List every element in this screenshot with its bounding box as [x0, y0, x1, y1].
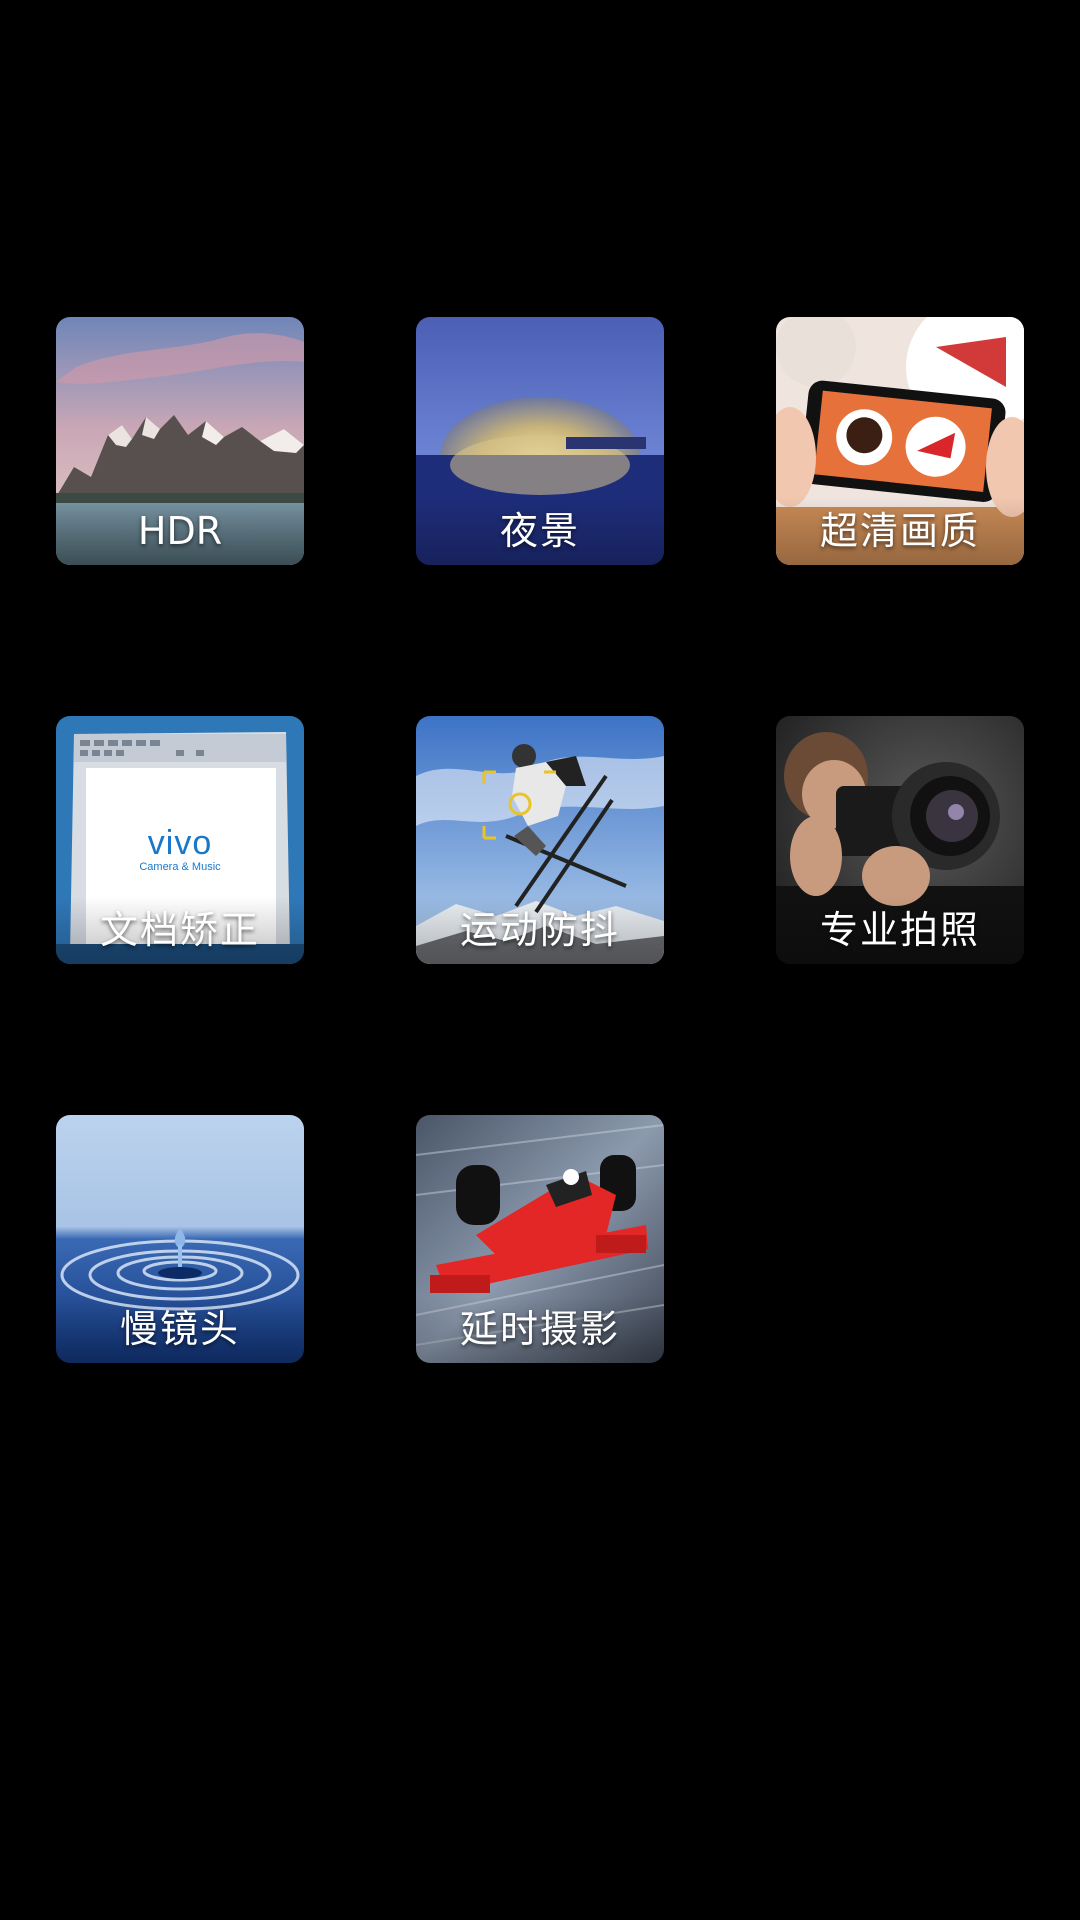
mode-sport-stabilization[interactable]: 运动防抖 — [416, 716, 664, 964]
mode-label: 慢镜头 — [56, 1295, 304, 1363]
mode-night[interactable]: 夜景 — [416, 317, 664, 565]
doc-tagline-text: Camera & Music — [139, 861, 221, 873]
mode-label: 夜景 — [416, 497, 664, 565]
mode-label: 文档矫正 — [56, 896, 304, 964]
doc-brand-text: vivo — [147, 824, 213, 862]
mode-professional[interactable]: 专业拍照 — [776, 716, 1024, 964]
mode-slow-motion[interactable]: 慢镜头 — [56, 1115, 304, 1363]
doc-brand-logo: vivo Camera & Music — [56, 824, 304, 873]
mode-time-lapse[interactable]: 延时摄影 — [416, 1115, 664, 1363]
mode-ultra-hd[interactable]: 超清画质 — [776, 317, 1024, 565]
mode-document[interactable]: vivo Camera & Music 文档矫正 — [56, 716, 304, 964]
mode-hdr[interactable]: HDR — [56, 317, 304, 565]
mode-label: 运动防抖 — [416, 896, 664, 964]
mode-label: 延时摄影 — [416, 1295, 664, 1363]
camera-mode-screen: HDR 夜景 超清画质 vivo Camera & Music 文档矫正 运动防… — [0, 0, 1080, 1920]
mode-label: HDR — [56, 497, 304, 565]
mode-label: 专业拍照 — [776, 896, 1024, 964]
mode-label: 超清画质 — [776, 497, 1024, 565]
